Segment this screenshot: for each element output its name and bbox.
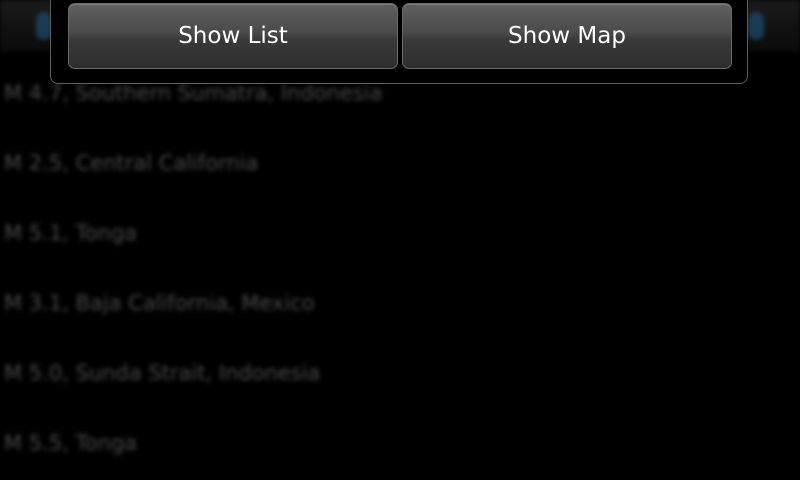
show-list-button[interactable]: Show List (68, 3, 398, 69)
screen: M 4.7, Southern Sumatra, Indonesia M 2.5… (0, 0, 800, 480)
earthquake-list: M 4.7, Southern Sumatra, Indonesia M 2.5… (0, 58, 800, 478)
list-item: M 5.1, Tonga (4, 221, 138, 245)
view-mode-popup: Show List Show Map (50, 0, 748, 84)
list-item: M 5.5, Tonga (4, 431, 138, 455)
list-item: M 5.0, Sunda Strait, Indonesia (4, 361, 321, 385)
show-map-button[interactable]: Show Map (402, 3, 732, 69)
right-toolbar-icon (748, 12, 764, 40)
list-item: M 2.5, Central California (4, 151, 259, 175)
list-item: M 3.1, Baja California, Mexico (4, 291, 315, 315)
